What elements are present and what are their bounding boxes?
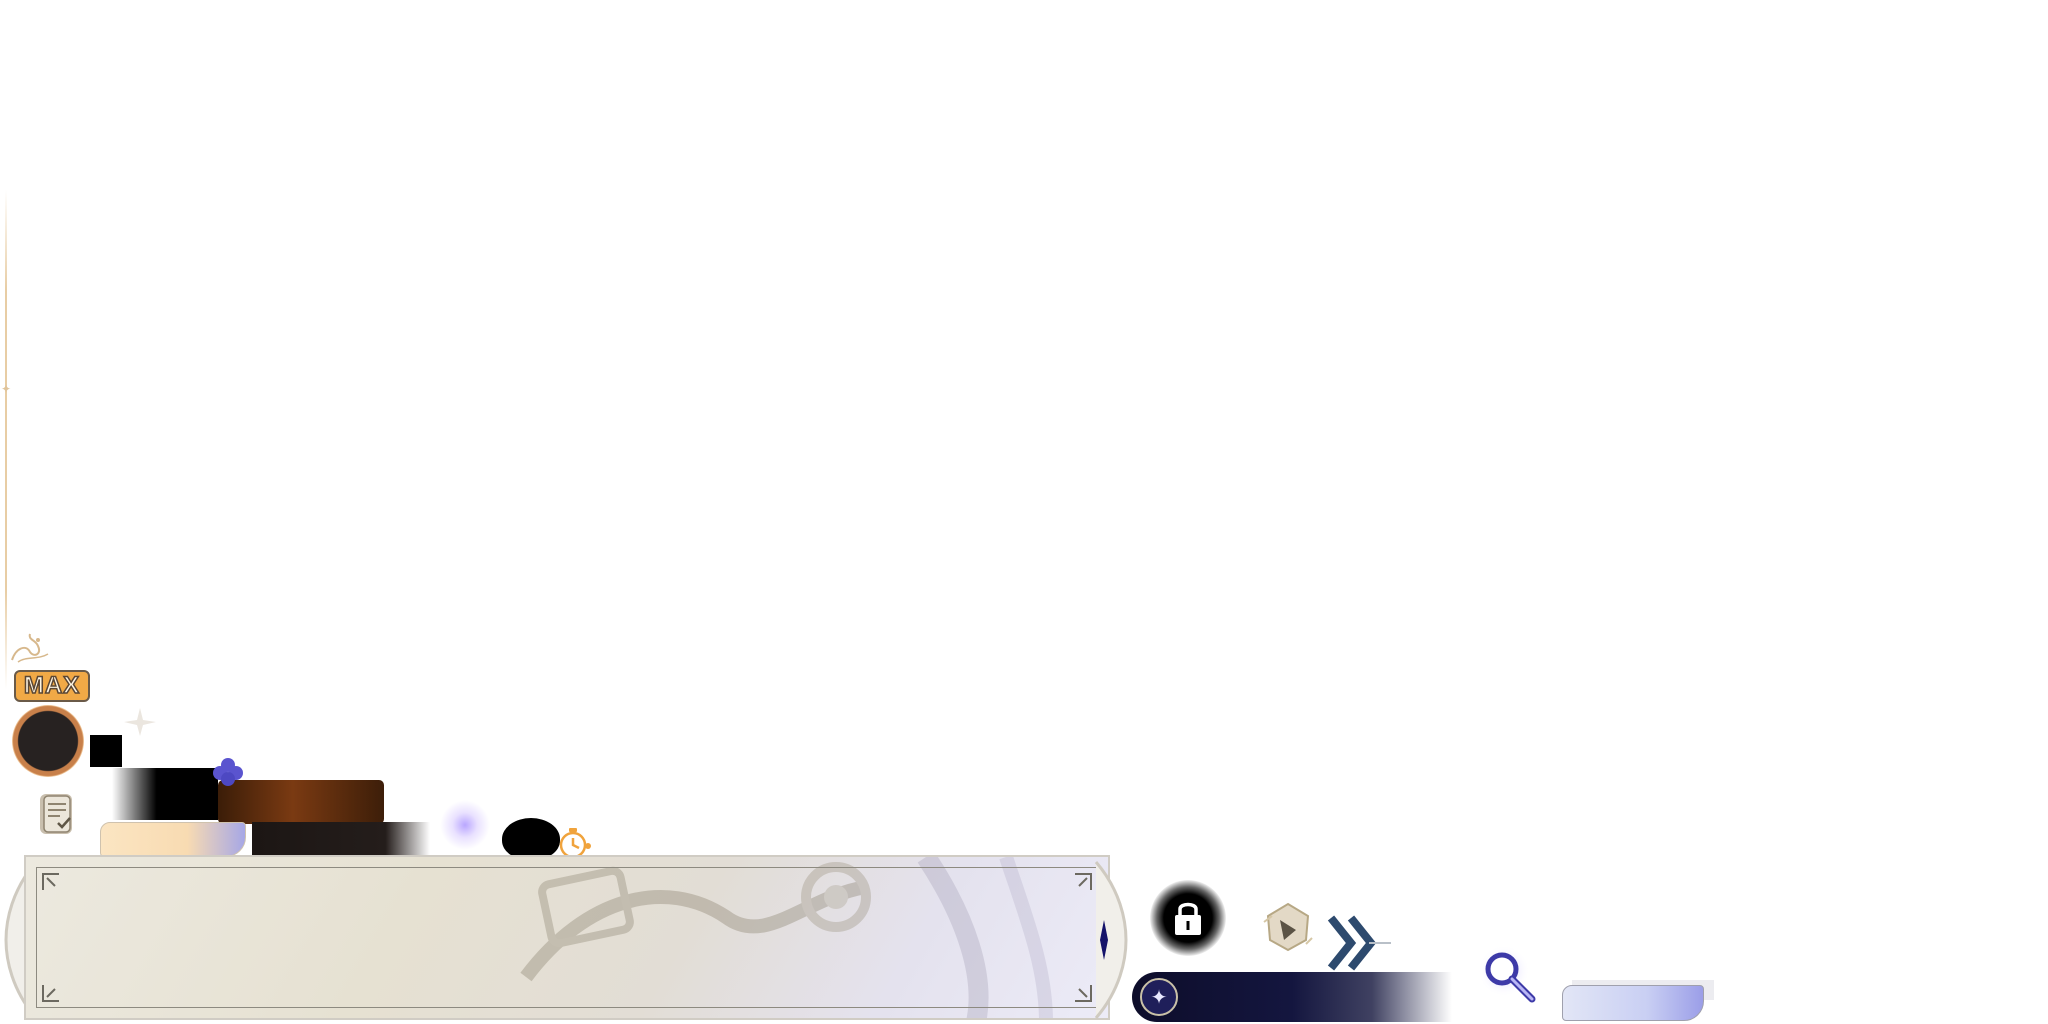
border-gem-icon: ✦ [1,382,12,396]
quest-scroll-icon[interactable] [36,790,78,838]
avatar[interactable] [12,705,84,777]
dialogue-panel[interactable] [24,855,1110,1020]
dialog-right-cap [1094,861,1128,1019]
log-button[interactable] [1562,985,1704,1021]
lock-icon [1175,902,1201,935]
spark-icon [124,708,156,736]
left-border-line [5,190,7,690]
star-gem-icon: ✦ [1140,978,1178,1016]
dialogue-frame [36,867,1098,1008]
frame-corner-ornament [42,873,59,890]
skip-icon[interactable] [1325,912,1391,974]
status-orb [502,818,560,860]
story-progress-bar: ✦ [1132,972,1452,1022]
quest-button[interactable] [100,822,246,857]
ornament-flourish-icon [11,633,49,663]
auto-play-icon[interactable] [1262,900,1314,954]
quest-label-bar [252,822,430,858]
search-icon[interactable] [1478,945,1542,1009]
lock-button[interactable] [1150,880,1226,956]
max-level-badge: MAX [14,670,90,702]
blue-clover-icon [213,758,243,786]
purple-glow [440,800,490,850]
frame-corner-ornament [42,985,59,1002]
name-plate-shadow [112,768,218,820]
